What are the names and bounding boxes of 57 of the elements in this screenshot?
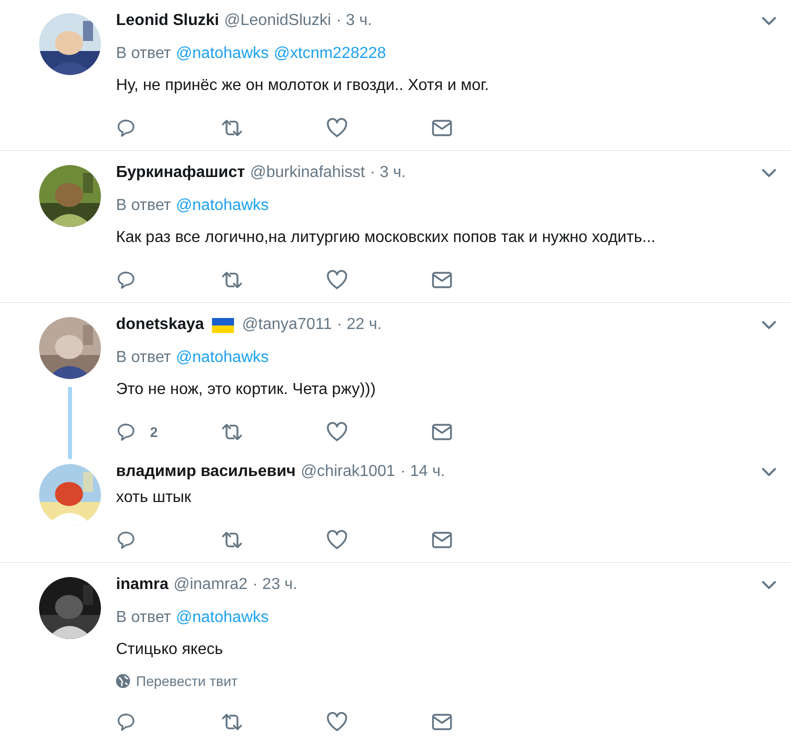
mention-link[interactable]: @xtcnm228228	[274, 42, 386, 66]
tweet-text: Это не нож, это кортик. Чета ржу)))	[116, 380, 377, 400]
mention-link[interactable]: @natohawks	[176, 606, 269, 630]
timestamp[interactable]: · 14 ч.	[400, 460, 445, 484]
timestamp[interactable]: · 3 ч.	[336, 9, 372, 33]
retweet-icon[interactable]	[221, 712, 243, 732]
message-icon[interactable]	[431, 423, 453, 441]
reply-label: В ответ	[116, 44, 172, 64]
reply-icon[interactable]	[116, 530, 136, 550]
display-name[interactable]: Буркинафашист	[116, 161, 245, 185]
reply-icon[interactable]	[116, 712, 136, 732]
display-name[interactable]: Leonid Sluzki	[116, 9, 220, 33]
reply-count: 2	[150, 422, 158, 442]
reply-icon[interactable]	[116, 422, 136, 442]
chevron-down-icon[interactable]	[761, 467, 777, 477]
heart-icon[interactable]	[326, 422, 348, 442]
reply-icon[interactable]	[116, 270, 136, 290]
reply-icon[interactable]	[116, 118, 136, 138]
heart-icon[interactable]	[326, 712, 348, 732]
tweet-text: Как раз все логично,на литургию московских попов так и нужно ходить...	[116, 228, 656, 248]
username[interactable]: @burkinafahisst	[250, 161, 365, 185]
heart-icon[interactable]	[326, 118, 348, 138]
message-icon[interactable]	[431, 271, 453, 289]
globe-icon	[116, 674, 130, 688]
message-icon[interactable]	[431, 119, 453, 137]
retweet-icon[interactable]	[221, 270, 243, 290]
chevron-down-icon[interactable]	[761, 168, 777, 178]
tweet-text: хоть штык	[116, 488, 192, 508]
display-name[interactable]: inamra	[116, 573, 168, 597]
heart-icon[interactable]	[326, 270, 348, 290]
timestamp[interactable]: · 3 ч.	[370, 161, 406, 185]
retweet-icon[interactable]	[221, 422, 243, 442]
chevron-down-icon[interactable]	[761, 580, 777, 590]
username[interactable]: @chirak1001	[300, 460, 396, 484]
message-icon[interactable]	[431, 531, 453, 549]
reply-label: В ответ	[116, 348, 172, 368]
reply-label: В ответ	[116, 608, 172, 628]
display-name[interactable]: donetskaya	[116, 313, 204, 337]
tweet-text: Ну, не принёс же он молоток и гвозди.. Хотя и мог.	[116, 76, 490, 96]
retweet-icon[interactable]	[221, 118, 243, 138]
timestamp[interactable]: · 23 ч.	[252, 573, 298, 597]
display-name[interactable]: владимир васильевич	[116, 460, 296, 484]
translate-link[interactable]: Перевести твит	[136, 670, 238, 692]
mention-link[interactable]: @natohawks	[176, 42, 269, 66]
chevron-down-icon[interactable]	[761, 16, 777, 26]
message-icon[interactable]	[431, 713, 453, 731]
mention-link[interactable]: @natohawks	[176, 194, 269, 218]
heart-icon[interactable]	[326, 530, 348, 550]
username[interactable]: @inamra2	[173, 573, 248, 597]
username[interactable]: @LeonidSluzki	[224, 9, 332, 33]
reply-label: В ответ	[116, 196, 172, 216]
username[interactable]: @tanya7011	[242, 313, 332, 337]
mention-link[interactable]: @natohawks	[176, 346, 269, 370]
tweet-text: Стицько якесь	[116, 640, 224, 660]
chevron-down-icon[interactable]	[761, 320, 777, 330]
timestamp[interactable]: · 22 ч.	[336, 313, 382, 337]
retweet-icon[interactable]	[221, 530, 243, 550]
